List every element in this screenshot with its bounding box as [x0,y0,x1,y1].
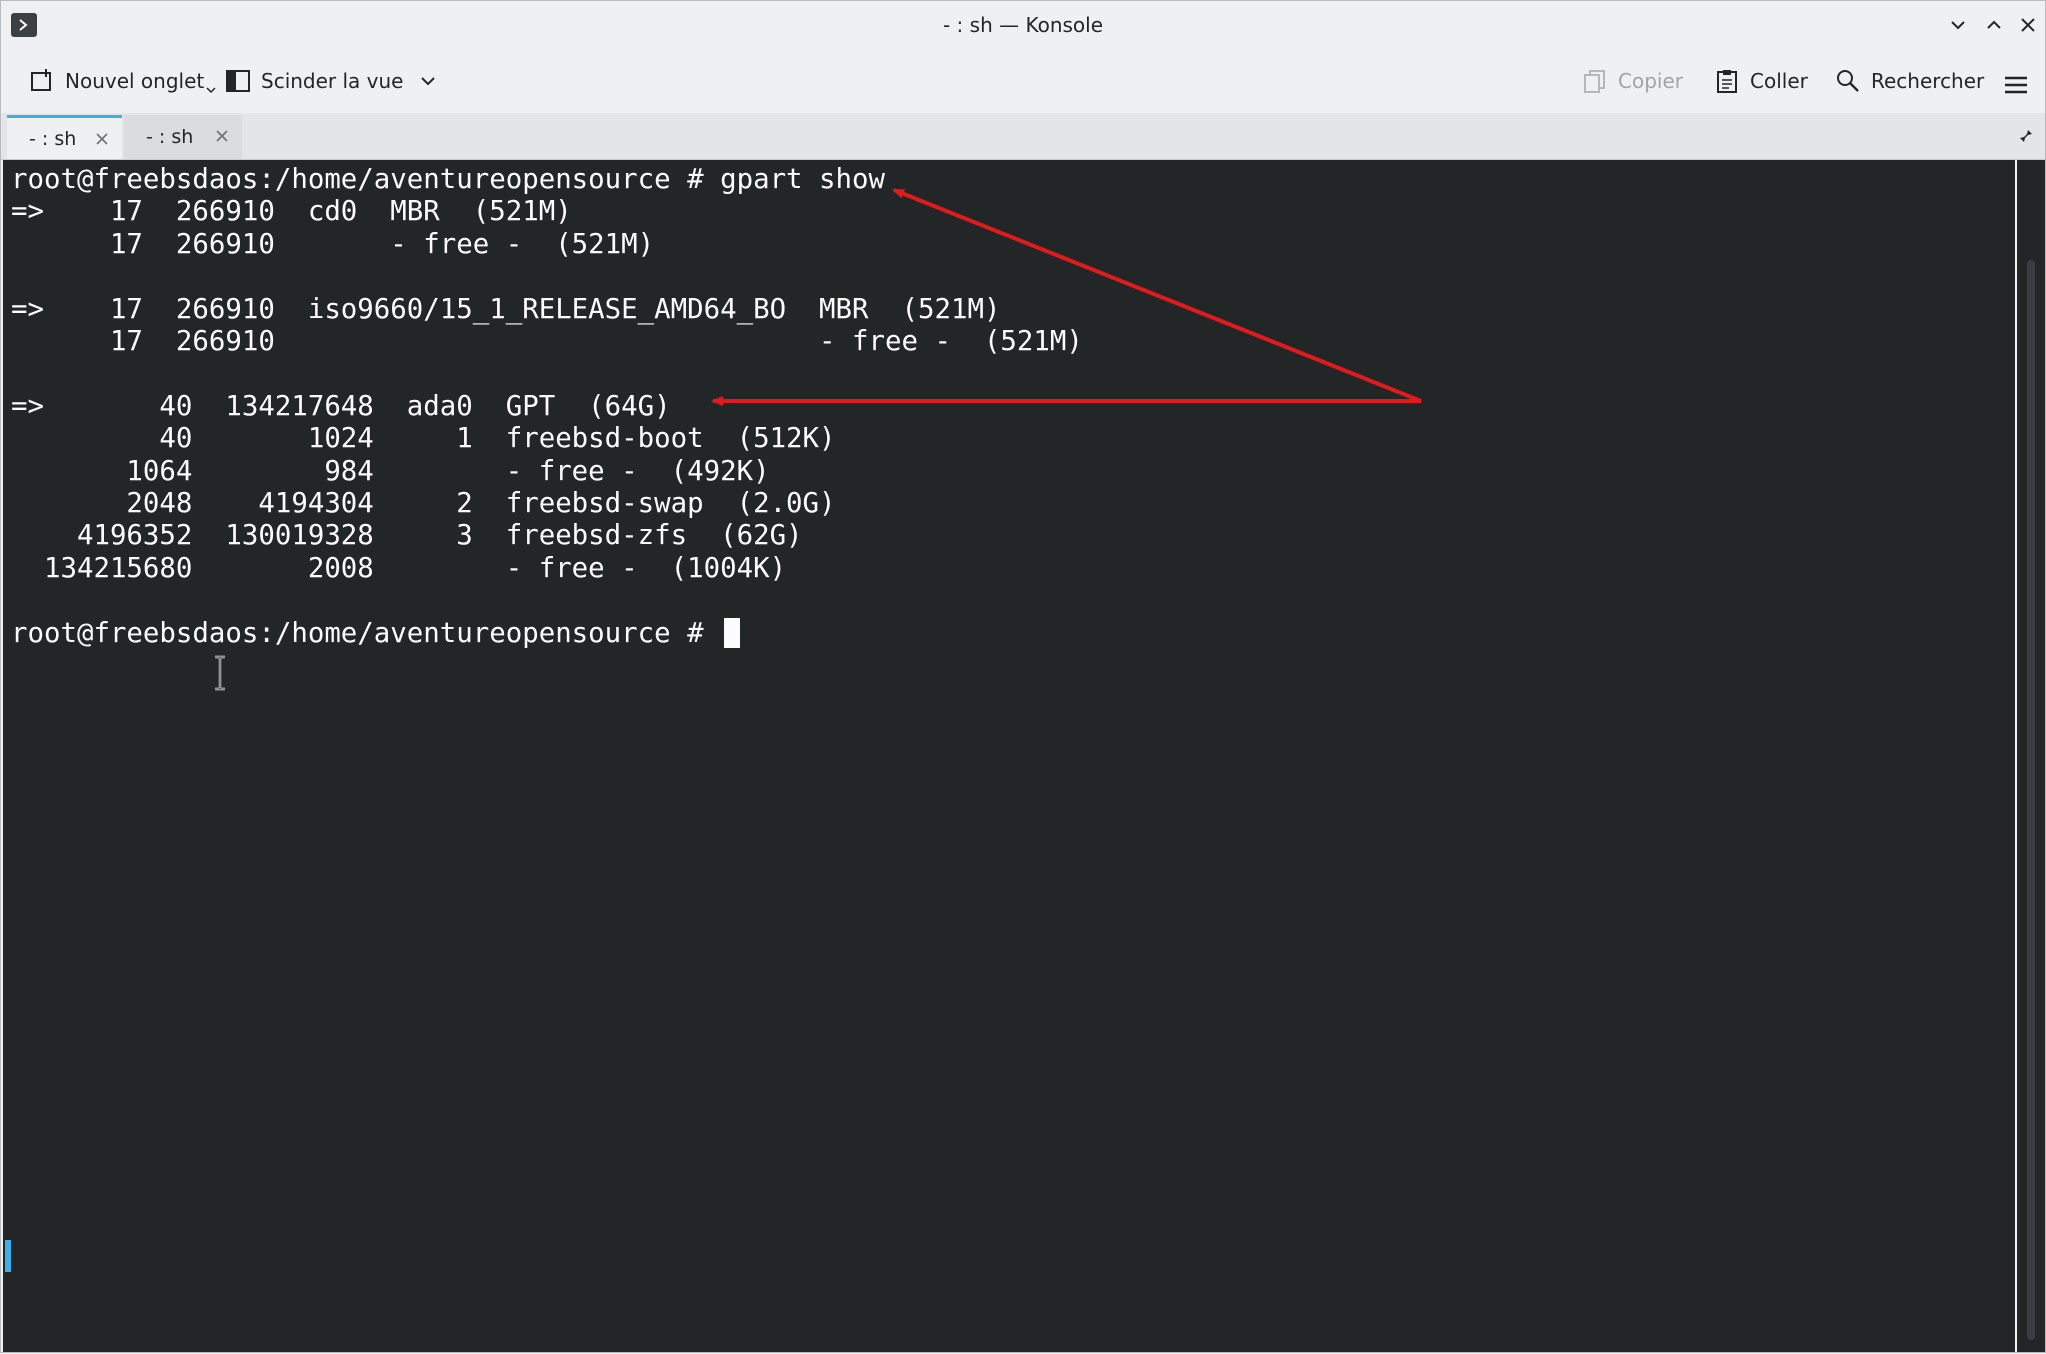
new-tab-button[interactable]: Nouvel onglet [29,63,226,99]
activity-marker [5,1240,11,1272]
search-button[interactable]: Rechercher [1835,63,1984,99]
terminal-scrollbar[interactable] [2017,160,2045,1352]
terminal-line: => 40 134217648 ada0 GPT (64G) [11,390,671,422]
terminal-line: 134215680 2008 - free - (1004K) [11,552,787,584]
title-bar[interactable]: - : sh — Konsole [1,1,2045,49]
terminal-view[interactable]: root@freebsdaos:/home/aventureopensource… [3,160,2015,1352]
text-cursor [724,617,741,648]
terminal-line: 2048 4194304 2 freebsd-swap (2.0G) [11,488,836,520]
terminal-line: 40 1024 1 freebsd-boot (512K) [11,423,836,455]
copy-button[interactable]: Copier [1582,63,1683,99]
terminal-line: root@freebsdaos:/home/aventureopensource… [11,164,885,195]
terminal-line: 17 266910 - free - (521M) [11,228,655,260]
terminal-line: => 17 266910 cd0 MBR (521M) [11,196,572,228]
chevron-down-icon [420,77,435,86]
tab-label: - : sh [29,127,77,150]
dropdown-corner-icon [206,87,216,94]
search-label: Rechercher [1871,69,1985,93]
hamburger-menu-icon [2005,76,2027,94]
tab-label: - : sh [146,126,194,148]
search-icon [1837,70,1859,92]
close-tab-icon[interactable] [214,128,230,144]
konsole-window: - : sh — Konsole Nouvel onglet Scinder l… [0,0,2046,1353]
tab-sh-1[interactable]: - : sh [7,115,122,159]
tab-bar: - : sh - : sh [1,113,2045,160]
split-view-icon [226,70,250,92]
paste-icon [1717,70,1737,93]
scrollbar-thumb[interactable] [2027,260,2035,1340]
ibeam-cursor-icon [215,655,225,691]
close-tab-icon[interactable] [94,131,110,147]
hamburger-menu-button[interactable] [2003,67,2039,103]
copy-label: Copier [1618,69,1683,93]
terminal-line: => 17 266910 iso9660/15_1_RELEASE_AMD64_… [11,293,1001,325]
copy-icon [1584,70,1605,93]
terminal-prompt: root@freebsdaos:/home/aventureopensource… [11,617,721,649]
window-title: - : sh — Konsole [942,13,1104,37]
terminal-line: 4196352 130019328 3 freebsd-zfs (62G) [11,520,803,552]
new-tab-icon [31,69,51,91]
new-tab-label: Nouvel onglet [65,69,205,93]
terminal-line: 17 266910 - free - (521M) [11,326,1083,358]
terminal-line: 1064 984 - free - (492K) [11,455,770,487]
maximize-button[interactable] [1982,13,2006,37]
paste-button[interactable]: Coller [1714,63,1808,99]
toolbar: Nouvel onglet Scinder la vue Copier Coll… [1,49,2045,113]
split-view-label: Scinder la vue [261,69,404,93]
terminal-output[interactable]: root@freebsdaos:/home/aventureopensource… [11,164,1083,650]
split-view-button[interactable]: Scinder la vue [225,63,448,99]
minimize-button[interactable] [1946,13,1970,37]
paste-label: Coller [1750,69,1808,93]
tab-sh-2[interactable]: - : sh [124,115,242,159]
close-window-button[interactable] [2016,13,2040,37]
pin-icon[interactable] [2019,129,2033,143]
